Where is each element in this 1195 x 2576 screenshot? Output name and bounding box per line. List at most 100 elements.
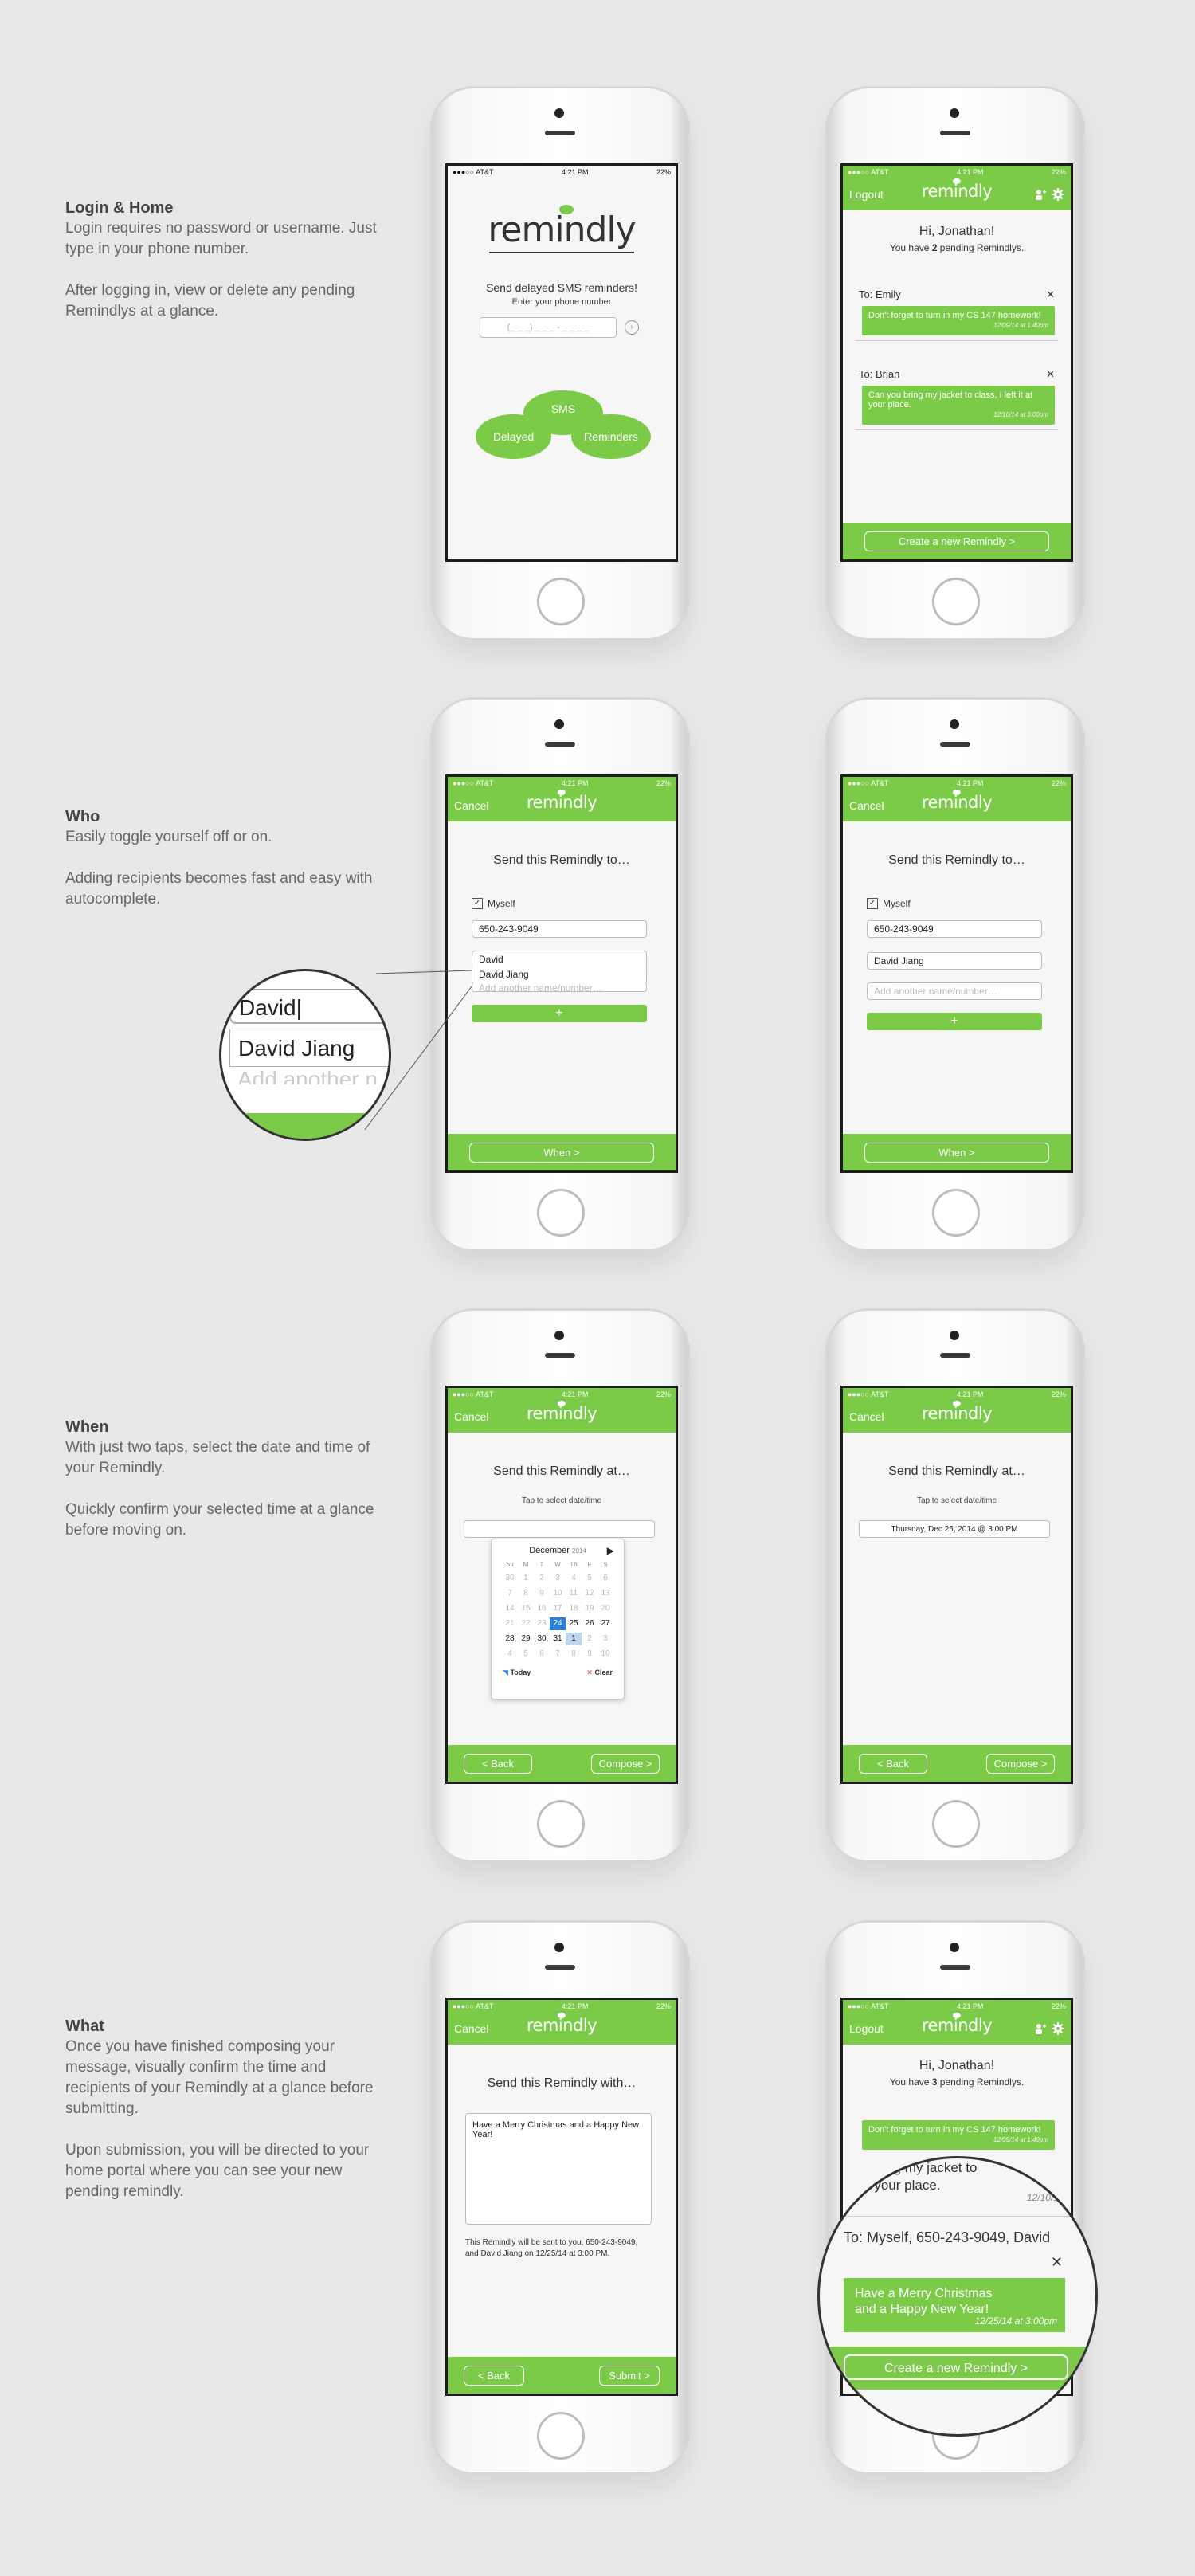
add-recipient-button[interactable]: + (867, 1013, 1042, 1030)
calendar-day[interactable]: 23 (534, 1617, 550, 1630)
calendar-day[interactable]: 31 (550, 1633, 566, 1645)
calendar-day[interactable]: 8 (518, 1587, 534, 1600)
calendar-day[interactable]: 10 (550, 1587, 566, 1600)
cancel-button[interactable]: Cancel (849, 799, 884, 812)
create-remindly-button[interactable]: Create a new Remindly > (864, 531, 1049, 551)
calendar-day[interactable]: 18 (566, 1602, 582, 1615)
home-button[interactable] (537, 578, 585, 625)
calendar-day[interactable]: 3 (598, 1633, 613, 1645)
remindly-card[interactable]: To: Emily ✕ Don't forget to turn in my CS… (856, 287, 1058, 341)
calendar-day[interactable]: 4 (566, 1572, 582, 1585)
home-button[interactable] (537, 1800, 585, 1848)
back-button[interactable]: < Back (464, 1753, 532, 1774)
calendar-day[interactable]: 21 (502, 1617, 518, 1630)
add-recipient-input[interactable]: Add another name/number… (472, 982, 647, 992)
calendar-day[interactable]: 30 (502, 1572, 518, 1585)
close-icon[interactable]: ✕ (1046, 368, 1055, 381)
calendar-day[interactable]: 6 (534, 1648, 550, 1660)
calendar-day[interactable]: 10 (598, 1648, 613, 1660)
calendar-day[interactable]: 7 (550, 1648, 566, 1660)
calendar-day[interactable]: 9 (582, 1648, 598, 1660)
calendar-day[interactable]: 17 (550, 1602, 566, 1615)
calendar-day[interactable]: 6 (598, 1572, 613, 1585)
calendar-day[interactable]: 2 (534, 1572, 550, 1585)
calendar-day[interactable]: 28 (502, 1633, 518, 1645)
calendar-day[interactable]: 27 (598, 1617, 613, 1630)
calendar-day[interactable]: 5 (518, 1648, 534, 1660)
calendar-day[interactable]: 4 (502, 1648, 518, 1660)
logout-button[interactable]: Logout (849, 2022, 884, 2035)
calendar-day[interactable]: 1 (566, 1633, 582, 1645)
autocomplete-suggestion[interactable]: David Jiang (472, 966, 647, 984)
calendar-day[interactable]: 25 (566, 1617, 582, 1630)
calendar-day[interactable]: 22 (518, 1617, 534, 1630)
calendar-day[interactable]: 26 (582, 1617, 598, 1630)
calendar-day[interactable]: 7 (502, 1587, 518, 1600)
calendar-day[interactable]: 5 (582, 1572, 598, 1585)
message-textarea[interactable]: Have a Merry Christmas and a Happy New Y… (465, 2113, 652, 2225)
recipient-field[interactable]: 650-243-9049 (867, 920, 1042, 938)
checkbox-checked-icon[interactable]: ✓ (867, 898, 878, 909)
calendar-day[interactable]: 9 (534, 1587, 550, 1600)
calendar-day[interactable]: 24 (550, 1617, 566, 1630)
calendar-day[interactable]: 3 (550, 1572, 566, 1585)
compose-button[interactable]: Compose > (591, 1753, 660, 1774)
submit-arrow-icon[interactable]: › (625, 320, 639, 335)
calendar-popup[interactable]: December 2014 ▶ Su M T W Th F S 30 1 2 3 4 5 6 7 8 9 10 11… (491, 1539, 625, 1700)
contacts-icon[interactable] (1034, 188, 1047, 201)
calendar-day[interactable]: 12 (582, 1587, 598, 1600)
calendar-day[interactable]: 8 (566, 1648, 582, 1660)
calendar-day[interactable]: 19 (582, 1602, 598, 1615)
recipient-input-active[interactable]: David (472, 951, 647, 968)
when-button[interactable]: When > (864, 1142, 1049, 1163)
date-field[interactable]: Thursday, Dec 25, 2014 @ 3:00 PM (859, 1520, 1050, 1538)
checkbox-checked-icon[interactable]: ✓ (472, 898, 483, 909)
close-icon[interactable]: ✕ (1051, 2254, 1063, 2271)
calendar-day[interactable]: 13 (598, 1587, 613, 1600)
contacts-icon[interactable] (1034, 2022, 1047, 2035)
home-button[interactable] (932, 1189, 980, 1237)
today-button[interactable]: ◥ Today (503, 1668, 531, 1677)
add-recipient-button[interactable]: + (472, 1005, 647, 1022)
remindly-card[interactable]: Don't forget to turn in my CS 147 homewo… (856, 2117, 1058, 2150)
home-button[interactable] (932, 1800, 980, 1848)
gear-icon[interactable] (1052, 2022, 1064, 2035)
close-icon[interactable]: ✕ (1046, 288, 1055, 301)
back-button[interactable]: < Back (859, 1753, 927, 1774)
logout-button[interactable]: Logout (849, 188, 884, 201)
recipient-field[interactable]: 650-243-9049 (472, 920, 647, 938)
calendar-day[interactable]: 16 (534, 1602, 550, 1615)
myself-checkbox[interactable]: ✓ Myself (472, 898, 515, 909)
gear-icon[interactable] (1052, 188, 1064, 201)
cancel-button[interactable]: Cancel (454, 1410, 489, 1423)
calendar-day[interactable]: 11 (566, 1587, 582, 1600)
calendar-day[interactable]: 20 (598, 1602, 613, 1615)
next-month-icon[interactable]: ▶ (607, 1545, 614, 1556)
calendar-day[interactable]: 30 (534, 1633, 550, 1645)
date-field[interactable] (464, 1520, 655, 1538)
remindly-card[interactable]: To: Brian ✕ Can you bring my jacket to cl… (856, 367, 1058, 430)
phone-number-input[interactable]: (_ _ _) _ _ _ - _ _ _ _ (480, 317, 617, 338)
create-remindly-button[interactable]: Create a new Remindly > (844, 2354, 1068, 2380)
home-button[interactable] (537, 2412, 585, 2460)
calendar-day[interactable]: 29 (518, 1633, 534, 1645)
add-recipient-input[interactable]: Add another name/number… (867, 982, 1042, 1000)
clear-button[interactable]: ✕ Clear (586, 1668, 613, 1677)
calendar-day[interactable]: 14 (502, 1602, 518, 1615)
calendar-day[interactable]: 1 (518, 1572, 534, 1585)
cancel-button[interactable]: Cancel (454, 2022, 489, 2035)
calendar-day[interactable]: 2 (582, 1633, 598, 1645)
myself-checkbox[interactable]: ✓ Myself (867, 898, 911, 909)
home-button[interactable] (932, 578, 980, 625)
recipient-field[interactable]: David Jiang (867, 952, 1042, 970)
submit-button[interactable]: Submit > (599, 2365, 660, 2386)
header-icons (1034, 2022, 1064, 2035)
back-button[interactable]: < Back (464, 2365, 524, 2386)
zoom-partial-line-1: u bring my jacket to (860, 2160, 978, 2175)
when-button[interactable]: When > (469, 1142, 654, 1163)
compose-button[interactable]: Compose > (986, 1753, 1055, 1774)
home-button[interactable] (537, 1189, 585, 1237)
cancel-button[interactable]: Cancel (849, 1410, 884, 1423)
calendar-day[interactable]: 15 (518, 1602, 534, 1615)
cancel-button[interactable]: Cancel (454, 799, 489, 812)
